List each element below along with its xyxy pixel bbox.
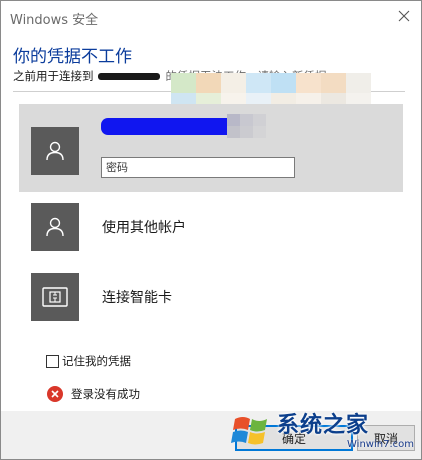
dialog-heading: 你的凭据不工作: [13, 47, 132, 67]
redacted-server-name: [97, 73, 160, 80]
dialog-footer: 确定 取消: [1, 411, 421, 459]
user-avatar: [31, 127, 79, 175]
redacted-username: [101, 118, 239, 135]
user-icon: [46, 217, 64, 237]
cancel-button[interactable]: 取消: [357, 425, 415, 451]
smart-card-label: 连接智能卡: [102, 290, 172, 306]
error-icon: [47, 386, 63, 402]
credential-dialog: Windows 安全 你的凭据不工作 之前用于连接到的凭据无法工作。请输入新凭据: [0, 0, 422, 460]
window-title: Windows 安全: [10, 13, 99, 28]
user-icon: [46, 141, 64, 161]
selected-account-tile[interactable]: [19, 104, 403, 192]
pixelated-username-redaction: [227, 114, 267, 144]
smart-card-avatar: [31, 273, 79, 321]
ok-button[interactable]: 确定: [235, 425, 353, 451]
remember-credentials[interactable]: 记住我的凭据: [46, 353, 131, 369]
error-text: 登录没有成功: [71, 387, 140, 401]
remember-checkbox[interactable]: [46, 354, 59, 368]
subheading-prefix: 之前用于连接到: [13, 69, 94, 83]
password-field[interactable]: [101, 157, 295, 178]
other-account-avatar: [31, 203, 79, 251]
remember-label: 记住我的凭据: [62, 354, 131, 368]
title-bar: Windows 安全: [1, 1, 421, 33]
close-icon[interactable]: [393, 5, 415, 27]
login-error-message: 登录没有成功: [47, 386, 140, 402]
smart-card-icon: [42, 287, 68, 307]
option-smart-card[interactable]: 连接智能卡: [19, 267, 403, 327]
option-other-account[interactable]: 使用其他帐户: [19, 197, 403, 257]
other-account-label: 使用其他帐户: [102, 220, 186, 236]
